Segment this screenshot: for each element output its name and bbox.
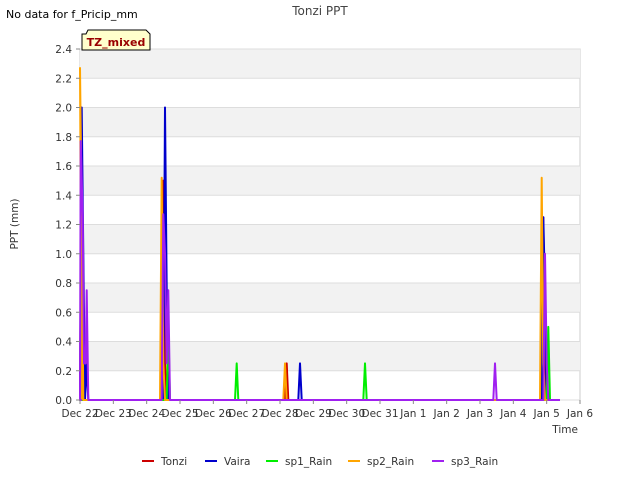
x-tick-label: Dec 26: [195, 408, 232, 420]
x-tick-label: Dec 28: [261, 408, 298, 420]
chart: 0.0 0.2 0.4 0.6 0.8 1.0 1.2 1.4 1.6 1.8 2.0 2.2 2.4 …: [0, 0, 640, 480]
legend-label: Tonzi: [160, 456, 187, 468]
x-tick-label: Dec 27: [228, 408, 265, 420]
x-tick-label: Jan 3: [466, 408, 493, 420]
legend-label: sp3_Rain: [451, 456, 498, 468]
x-tick-label: Jan 6: [566, 408, 594, 420]
x-tick-label: Dec 25: [161, 408, 198, 420]
no-data-note: No data for f_Pricip_mm: [6, 8, 138, 21]
x-axis-label: Time: [551, 424, 578, 436]
legend-label: Vaira: [224, 456, 250, 468]
x-tick-label: Dec 30: [328, 408, 365, 420]
y-tick-label: 0.8: [55, 278, 72, 290]
legend-label: sp1_Rain: [285, 456, 332, 468]
x-tick-label: Jan 5: [533, 408, 560, 420]
y-tick-label: 0.0: [55, 395, 72, 407]
x-axis: Dec 22Dec 23Dec 24Dec 25Dec 26Dec 27Dec …: [61, 400, 593, 420]
y-tick-label: 0.4: [55, 337, 72, 349]
x-tick-label: Dec 24: [128, 408, 165, 420]
y-tick-label: 1.6: [55, 161, 72, 173]
chart-svg: 0.00.20.40.60.81.01.21.41.61.82.02.22.4 …: [6, 4, 593, 468]
y-tick-label: 2.4: [55, 44, 72, 56]
x-tick-label: Dec 31: [361, 408, 398, 420]
x-tick-label: Jan 2: [433, 408, 460, 420]
legend-item: sp1_Rain: [266, 456, 332, 468]
chart-title: Tonzi PPT: [291, 4, 348, 18]
x-tick-label: Dec 22: [61, 408, 98, 420]
x-tick-label: Dec 23: [95, 408, 132, 420]
legend-item: Vaira: [205, 456, 250, 468]
grid-band: [80, 341, 580, 371]
y-tick-label: 2.2: [55, 73, 72, 85]
grid-band: [80, 107, 580, 137]
grid-band: [80, 166, 580, 196]
legend: Tonzi Vaira sp1_Rain sp2_Rain sp3_Rain: [142, 456, 498, 468]
legend-item: sp3_Rain: [432, 456, 498, 468]
y-tick-label: 1.0: [55, 249, 72, 261]
site-badge: TZ_mixed: [81, 29, 151, 51]
legend-label: sp2_Rain: [367, 456, 414, 468]
y-tick-label: 0.2: [55, 366, 72, 378]
grid-band: [80, 224, 580, 254]
y-tick-label: 2.0: [55, 103, 72, 115]
y-axis-label: PPT (mm): [9, 198, 21, 249]
y-tick-label: 1.4: [55, 190, 72, 202]
x-tick-label: Dec 29: [295, 408, 332, 420]
y-axis: 0.0 0.2 0.4 0.6 0.8 1.0 1.2 1.4 1.6 1.8 2.0 2.2 2.4: [55, 44, 80, 407]
y-tick-label: 0.6: [55, 307, 72, 319]
grid-band: [80, 283, 580, 313]
x-tick-label: Jan 4: [499, 408, 527, 420]
y-tick-label: 1.8: [55, 132, 72, 144]
grid-band: [80, 49, 580, 79]
x-tick-label: Jan 1: [399, 408, 426, 420]
legend-item: sp2_Rain: [348, 456, 414, 468]
legend-item: Tonzi: [142, 456, 187, 468]
site-badge-label: TZ_mixed: [87, 36, 146, 49]
y-tick-label: 1.2: [55, 220, 72, 232]
